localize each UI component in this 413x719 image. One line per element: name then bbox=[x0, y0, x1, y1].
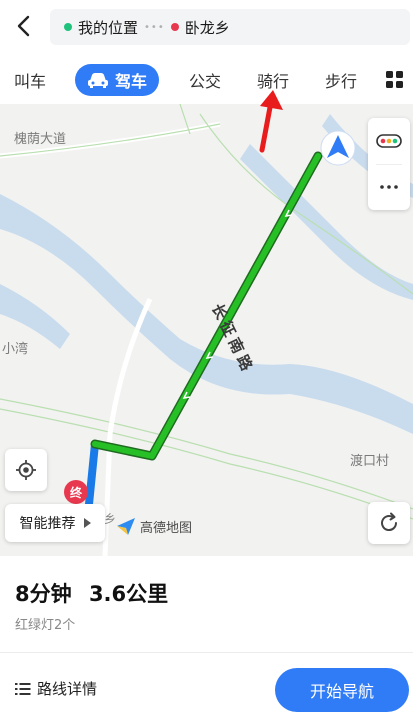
play-triangle-icon bbox=[83, 518, 91, 528]
route-separator: ••• bbox=[144, 21, 165, 33]
route-summary-panel: 8分钟 3.6公里 红绿灯2个 路线详情 开始导航 bbox=[0, 556, 413, 719]
destination-dot-icon bbox=[170, 23, 179, 31]
back-button[interactable] bbox=[8, 8, 38, 44]
route-duration-distance: 8分钟 3.6公里 bbox=[15, 578, 168, 608]
origin-label: 我的位置 bbox=[78, 18, 139, 37]
smart-recommend-button[interactable]: 智能推荐 bbox=[5, 504, 105, 542]
map-label-road: 槐荫大道 bbox=[14, 132, 67, 147]
tab-walk[interactable]: 步行 bbox=[325, 68, 357, 92]
map-view[interactable]: 槐荫大道 小湾 渡口村 长征南路 终 乡 bbox=[0, 104, 413, 556]
travel-mode-tabs: 叫车 驾车 公交 骑行 步行 bbox=[0, 56, 413, 105]
smart-recommend-label: 智能推荐 bbox=[19, 516, 76, 532]
destination-marker[interactable]: 终 bbox=[64, 480, 88, 504]
origin-dot-icon bbox=[64, 23, 72, 31]
tab-drive-label: 驾车 bbox=[114, 72, 147, 91]
amap-logo-icon bbox=[117, 518, 135, 535]
refresh-icon bbox=[381, 512, 398, 532]
route-outline bbox=[90, 151, 323, 461]
refresh-route-button[interactable] bbox=[368, 502, 410, 544]
more-modes-grid-icon[interactable] bbox=[386, 71, 404, 89]
route-duration: 8分钟 bbox=[15, 582, 72, 606]
start-navigation-button[interactable]: 开始导航 bbox=[275, 668, 409, 712]
amap-logo-text: 高德地图 bbox=[140, 520, 193, 536]
more-dots-icon bbox=[380, 185, 398, 189]
route-input-box[interactable]: 我的位置 ••• 卧龙乡 bbox=[50, 9, 410, 45]
route-distance: 3.6公里 bbox=[88, 582, 169, 606]
divider bbox=[0, 652, 413, 653]
map-label-place-right: 渡口村 bbox=[350, 454, 390, 469]
car-icon bbox=[87, 73, 108, 88]
crosshair-icon bbox=[16, 460, 36, 480]
route-overlay bbox=[84, 130, 356, 518]
traffic-lights-count: 红绿灯2个 bbox=[15, 618, 76, 633]
route-details-label: 路线详情 bbox=[37, 680, 98, 698]
route-details-button[interactable]: 路线详情 bbox=[15, 678, 97, 699]
destination-label: 卧龙乡 bbox=[184, 18, 230, 37]
tab-drive[interactable]: 驾车 bbox=[75, 64, 159, 96]
map-tools-panel bbox=[368, 118, 410, 210]
back-arrow-icon bbox=[17, 15, 30, 37]
annotation-arrow-icon bbox=[259, 90, 283, 153]
traffic-light-icon bbox=[376, 134, 402, 148]
map-label-destination: 乡 bbox=[104, 512, 117, 526]
top-bar: 我的位置 ••• 卧龙乡 bbox=[0, 0, 413, 56]
amap-logo: 高德地图 bbox=[116, 516, 192, 536]
traffic-toggle-button[interactable] bbox=[368, 118, 410, 164]
map-label-place-left: 小湾 bbox=[2, 342, 29, 357]
route-segment-green bbox=[92, 153, 321, 459]
tab-transit[interactable]: 公交 bbox=[189, 68, 221, 92]
more-options-button[interactable] bbox=[368, 164, 410, 210]
origin-field[interactable]: 我的位置 bbox=[64, 17, 138, 38]
tab-taxi[interactable]: 叫车 bbox=[14, 68, 46, 92]
locate-me-button[interactable] bbox=[5, 449, 47, 491]
list-icon bbox=[15, 682, 31, 695]
destination-field[interactable]: 卧龙乡 bbox=[170, 17, 230, 38]
